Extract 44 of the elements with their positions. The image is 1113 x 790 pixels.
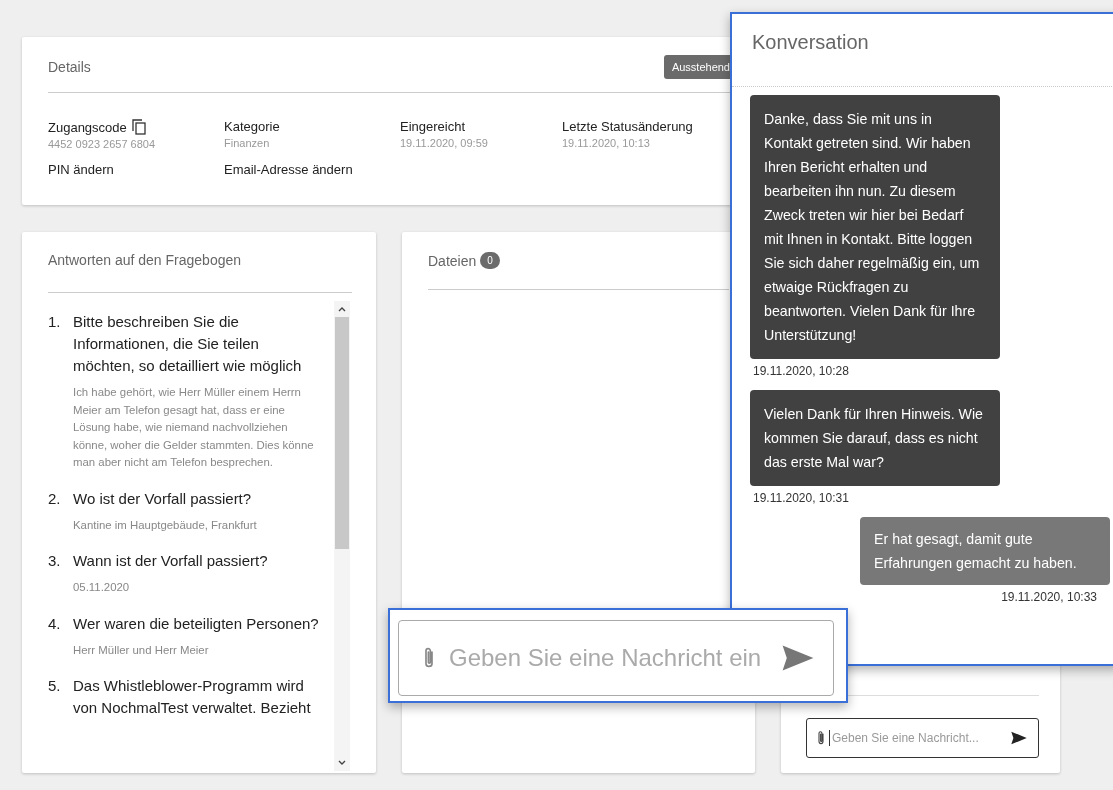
- message-bubble: Vielen Dank für Ihren Hinweis. Wie kommen Sie darauf, dass es nicht das erste Mal war?: [750, 390, 1000, 486]
- message-time: 19.11.2020, 10:28: [752, 364, 850, 378]
- card-title: Details: [48, 59, 91, 75]
- question-number: 2.: [48, 488, 62, 509]
- message-box[interactable]: Geben Sie eine Nachricht...: [806, 718, 1039, 758]
- answer-text: Kantine im Hauptgebäude, Frankfurt: [73, 517, 258, 533]
- change-link[interactable]: PIN ändern: [48, 162, 114, 177]
- field-label: Letzte Statusänderung: [562, 119, 693, 134]
- message-bubble: Danke, dass Sie mit uns in Kontakt getreten sind. Wir haben Ihren Bericht erhalten und bearbeiten ihn nun. Zu diesem Zweck treten wir hier bei Bedarf mit Ihnen in Kontakt. Bitte loggen Sie sich daher regelmäßig ein, um etwaige Rückfragen zu beantworten. Vielen Dank für Ihre Unterstützung!: [750, 95, 1000, 359]
- question-number: 3.: [48, 551, 62, 571]
- question-text: Wo ist der Vorfall passiert?: [73, 488, 253, 509]
- field-value: 19.11.2020, 09:59: [400, 137, 489, 149]
- field-label: Kategorie: [224, 119, 280, 134]
- question-text: Wer waren die beteiligten Personen?: [73, 613, 320, 634]
- card-title: Dateien: [428, 252, 477, 269]
- paperclip-icon[interactable]: [817, 730, 825, 746]
- scrollbar-thumb[interactable]: [335, 317, 349, 549]
- panel-title: Konversation: [752, 31, 869, 53]
- message-box[interactable]: Geben Sie eine Nachricht ein: [398, 620, 834, 696]
- answer-text: Herr Müller und Herr Meier: [73, 642, 210, 658]
- message-bubble: Er hat gesagt, damit gute Erfahrungen gemacht zu haben.: [860, 517, 1110, 585]
- field-label: Zugangscode: [48, 119, 127, 135]
- answer-text: 05.11.2020: [73, 580, 131, 595]
- scroll-up-icon[interactable]: [337, 305, 347, 313]
- field-value: 19.11.2020, 10:13: [562, 137, 651, 149]
- field-label: Eingereicht: [400, 119, 466, 134]
- answer-text: Ich habe gehört, wie Herr Müller einem Herrn Meier am Telefon gesagt hat, dass er eine Lösung habe, wie niemand nachvollziehen könne, woher die Gelder stammten. Dies könne man aber nicht am Telefon besprechen.: [73, 385, 315, 470]
- scroll-down-icon[interactable]: [337, 759, 347, 767]
- field-value: Finanzen: [224, 137, 271, 149]
- question-text: Das Whistleblower-Programm wird von NochmalTest verwaltet. Bezieht: [73, 676, 312, 718]
- send-icon[interactable]: [1010, 731, 1028, 745]
- question-number: 1.: [48, 312, 62, 332]
- question-text: Bitte beschreiben Sie die Informationen, die Sie teilen möchten, so detailliert wie möglich: [73, 312, 303, 376]
- change-link[interactable]: Email-Adresse ändern: [224, 162, 353, 177]
- question-text: Wann ist der Vorfall passiert?: [73, 551, 269, 571]
- scrollbar[interactable]: [334, 301, 350, 771]
- message-time: 19.11.2020, 10:31: [752, 491, 850, 505]
- message-time: 19.11.2020, 10:33: [1000, 590, 1098, 604]
- question-number: 5.: [48, 676, 62, 696]
- count-badge: 0: [480, 252, 500, 269]
- copy-icon[interactable]: [131, 119, 146, 135]
- field-value: 4452 0923 2657 6804: [48, 138, 157, 150]
- question-number: 4.: [48, 613, 62, 634]
- card-title: Antworten auf den Fragebogen: [48, 252, 352, 293]
